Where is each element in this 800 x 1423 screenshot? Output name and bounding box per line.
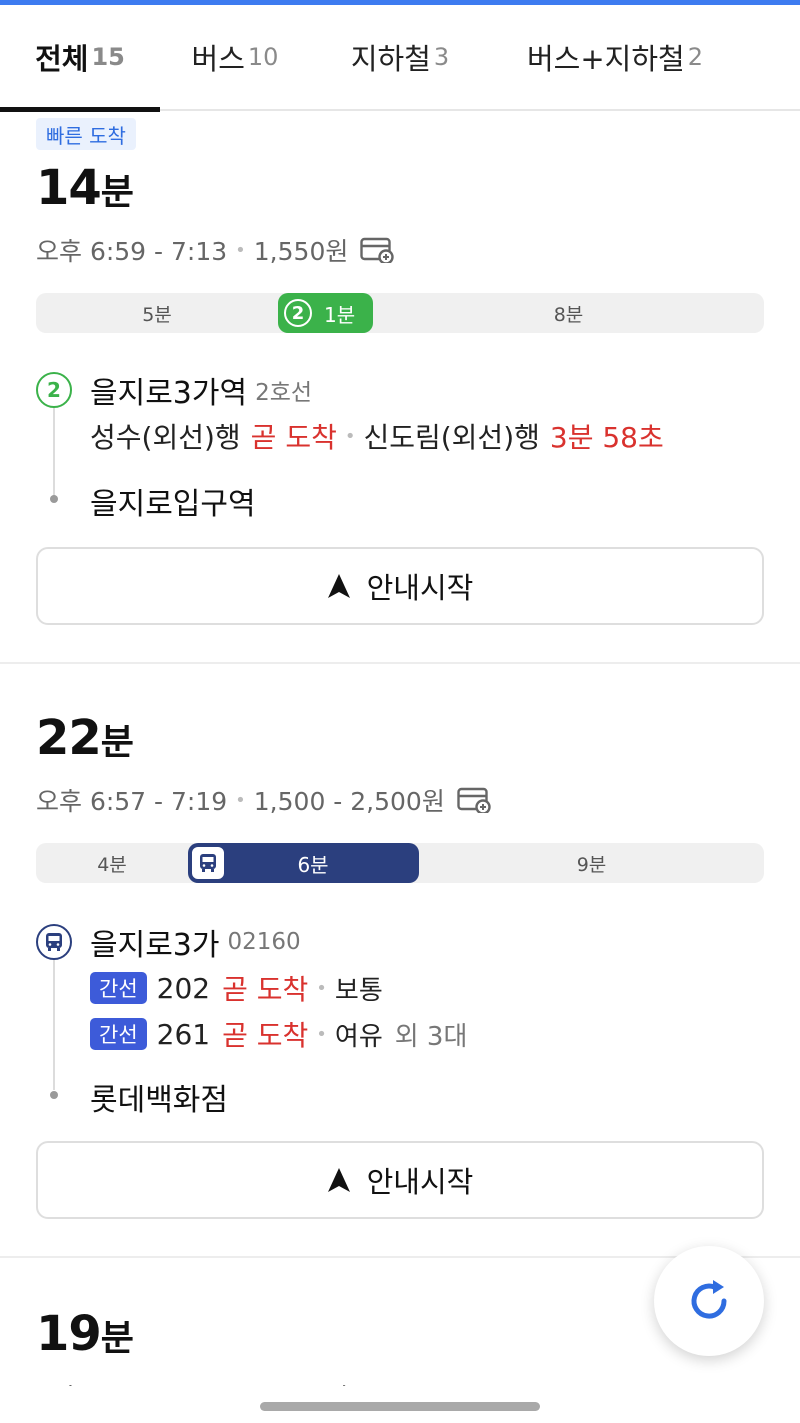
route-time-fare: 오후 6:57 - 7:19 • 1,500 - 2,500원 (36, 782, 491, 818)
crowd-level: 보통 (334, 975, 383, 1006)
bus-type-badge: 간선 (90, 1018, 147, 1050)
bus-icon (189, 844, 227, 882)
train-arrival-info: 성수(외선)행 곧 도착 • 신도림(외선)행 3분 58초 (90, 416, 664, 456)
duration-unit: 분 (100, 722, 134, 763)
arrival-status: 곧 도착 (250, 421, 337, 454)
line-2-icon: 2 (284, 299, 312, 327)
bus-stop-icon (36, 924, 72, 960)
arrival-status: 곧 도착 (222, 1019, 309, 1052)
tab-count: 3 (433, 43, 450, 71)
tab-label: 지하철 (350, 42, 431, 76)
destination: 성수(외선)행 (90, 421, 241, 454)
duration-value: 14 (36, 160, 102, 216)
tab-all[interactable]: 전체 15 (0, 5, 160, 112)
crowd-level: 여유 (334, 1021, 383, 1052)
start-guide-label: 안내시작 (366, 1165, 474, 1199)
stop-name: 을지로3가 (90, 928, 220, 963)
navigation-arrow-icon (327, 574, 350, 598)
tab-subway[interactable]: 지하철 3 (310, 5, 490, 109)
start-guide-button[interactable]: 안내시작 (36, 547, 764, 625)
arrival-status: 곧 도착 (222, 973, 309, 1006)
separator-dot: • (316, 1023, 327, 1045)
route-segment-bar[interactable]: 4분 6분 9분 (36, 843, 764, 883)
time-range: 오후 6:57 - 7:19 (36, 787, 228, 816)
separator-dot: • (235, 239, 246, 261)
start-guide-label: 안내시작 (366, 571, 474, 605)
tab-bus[interactable]: 버스 10 (160, 5, 310, 109)
tab-count: 15 (91, 43, 125, 71)
walk-segment-label: 4분 (97, 853, 127, 876)
transit-card-icon (457, 787, 491, 815)
refresh-icon (691, 1280, 727, 1319)
line-2-icon: 2 (36, 372, 72, 408)
stop-id: 02160 (227, 929, 301, 955)
walk-segment-label: 8분 (553, 303, 584, 326)
boarding-stop[interactable]: 2 을지로3가역 2호선 (36, 368, 312, 412)
arrival-status: 3분 58초 (549, 421, 664, 454)
tab-label: 버스 (191, 42, 245, 76)
bus-arrival-row: 간선 202 곧 도착 • 보통 (90, 968, 383, 1008)
route-connector-line (53, 408, 55, 496)
ride-time-label: 6분 (297, 852, 329, 877)
ride-time-label: 1분 (324, 302, 356, 327)
separator-dot: • (235, 789, 246, 811)
route-segment-bar[interactable]: 5분 2 1분 8분 (36, 293, 764, 333)
more-buses: 외 3대 (394, 1021, 468, 1052)
navigation-arrow-icon (327, 1168, 350, 1192)
bus-type-badge: 간선 (90, 972, 147, 1004)
duration-value: 22 (36, 710, 102, 766)
route-duration[interactable]: 19분 (36, 1306, 134, 1362)
home-indicator[interactable] (260, 1402, 540, 1411)
alight-stop-name: 을지로입구역 (90, 487, 256, 522)
subway-segment: 2 1분 (278, 293, 373, 333)
walk-segment-label: 5분 (142, 303, 172, 326)
refresh-button[interactable] (654, 1246, 764, 1356)
tab-count: 10 (247, 43, 279, 71)
alight-dot (50, 1091, 58, 1099)
alight-stop-name: 롯데백화점 (90, 1083, 228, 1118)
boarding-stop[interactable]: 을지로3가 02160 (36, 920, 301, 964)
alight-dot (50, 495, 58, 503)
bus-arrival-row: 간선 261 곧 도착 • 여유 외 3대 (90, 1014, 467, 1054)
tab-count: 2 (687, 43, 703, 71)
bus-number: 202 (156, 971, 211, 1005)
time-range: 오후 6:59 - 7:13 (36, 237, 228, 266)
route-duration[interactable]: 14분 (36, 160, 134, 216)
duration-unit: 분 (100, 172, 134, 213)
transit-card-icon (360, 237, 395, 265)
tab-label: 전체 (35, 42, 89, 76)
line-name: 2호선 (255, 380, 313, 406)
fare: 1,550원 (253, 237, 349, 266)
walk-segment-label: 9분 (576, 853, 607, 876)
bus-segment: 6분 (188, 843, 419, 883)
separator-dot: • (344, 425, 356, 447)
route-filter-tabs: 전체 15 버스 10 지하철 3 버스+지하철 2 (0, 5, 800, 112)
destination: 신도림(외선)행 (363, 421, 540, 454)
bus-number: 261 (156, 1017, 211, 1051)
duration-unit: 분 (100, 1318, 134, 1359)
fare: 1,500 - 2,500원 (253, 787, 445, 816)
route-connector-line (53, 958, 55, 1090)
stop-name: 을지로3가역 (90, 376, 248, 411)
route-duration[interactable]: 22분 (36, 710, 134, 766)
tab-label: 버스+지하철 (527, 42, 685, 76)
fastest-arrival-badge: 빠른 도착 (36, 118, 136, 150)
start-guide-button[interactable]: 안내시작 (36, 1141, 764, 1219)
route-time-fare: 오후 6:59 - 7:13 • 1,550원 (36, 232, 395, 268)
card-divider (0, 662, 800, 664)
duration-value: 19 (36, 1306, 102, 1362)
tab-bus-subway[interactable]: 버스+지하철 2 (490, 5, 740, 109)
separator-dot: • (316, 977, 327, 999)
